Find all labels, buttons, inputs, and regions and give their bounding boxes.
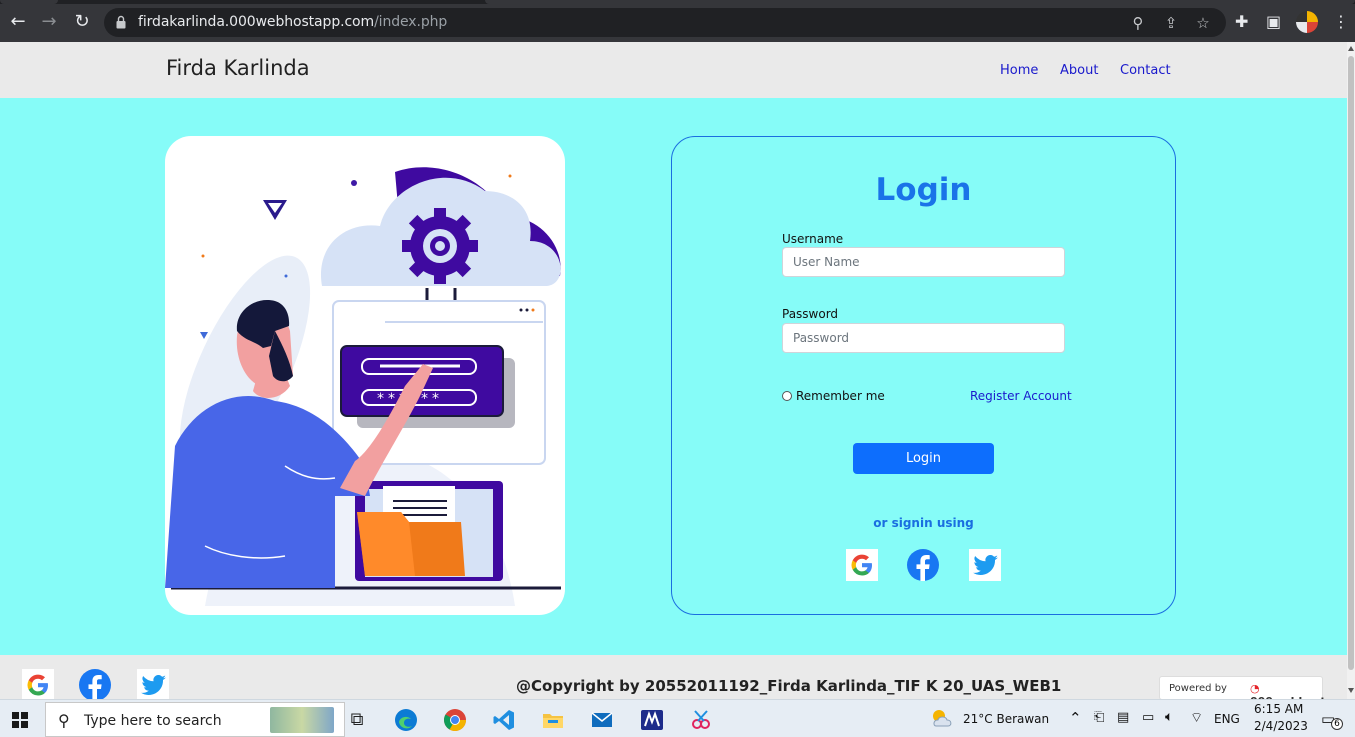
nav-home-link[interactable]: Home xyxy=(1000,63,1038,78)
notification-badge: 6 xyxy=(1331,718,1343,730)
or-signin-text: or signin using xyxy=(873,516,974,530)
speaker-icon[interactable]: 🔈︎ xyxy=(1165,709,1173,725)
share-icon[interactable]: ⇪ xyxy=(1162,14,1180,32)
windows-taskbar: ⚲ Type here to search ⧉ 21°C Berawan ⌃ ⎗… xyxy=(0,699,1355,737)
chrome-icon[interactable] xyxy=(443,708,467,732)
copyright-text: @Copyright by 20552011192_Firda Karlinda… xyxy=(516,677,1062,695)
nav-about-link[interactable]: About xyxy=(1060,63,1098,78)
zoom-icon[interactable]: ⚲ xyxy=(1129,14,1147,32)
web-page: Firda Karlinda Home About Contact Login … xyxy=(0,42,1347,708)
password-label: Password xyxy=(782,307,839,321)
browser-toolbar: ← → ↻ firdakarlinda.000webhostapp.com/in… xyxy=(0,0,1355,42)
000webhost-logo-icon: ◔ xyxy=(1250,682,1260,695)
powered-by-label: Powered by xyxy=(1169,683,1227,694)
windows-start-icon[interactable] xyxy=(12,712,28,728)
bookmark-star-icon[interactable]: ☆ xyxy=(1194,14,1212,32)
address-bar[interactable]: firdakarlinda.000webhostapp.com/index.ph… xyxy=(104,8,1226,37)
login-title: Login xyxy=(875,172,972,208)
powered-by-badge[interactable]: Powered by ◔ 000webhost xyxy=(1159,676,1326,708)
file-explorer-icon[interactable] xyxy=(541,708,565,732)
weather-text[interactable]: 21°C Berawan xyxy=(963,712,1049,726)
tray-chevron-icon[interactable]: ⌃ xyxy=(1069,709,1082,727)
clock-date[interactable]: 2/4/2023 xyxy=(1254,719,1308,733)
google-icon[interactable] xyxy=(846,549,878,581)
login-card: Login Username Password Remember me Regi… xyxy=(671,136,1176,615)
hero-section: ****** xyxy=(0,98,1347,655)
vscode-icon[interactable] xyxy=(492,708,516,732)
notification-center[interactable]: ▭ 6 xyxy=(1321,710,1343,730)
register-account-link[interactable]: Register Account xyxy=(970,389,1072,403)
mail-icon[interactable] xyxy=(590,708,614,732)
site-brand[interactable]: Firda Karlinda xyxy=(166,56,310,80)
app-m-icon[interactable] xyxy=(640,708,664,732)
site-footer: @Copyright by 20552011192_Firda Karlinda… xyxy=(0,655,1347,708)
edge-icon[interactable] xyxy=(394,708,418,732)
task-view-icon[interactable]: ⧉ xyxy=(345,708,369,732)
page-scrollbar[interactable] xyxy=(1347,42,1355,699)
menu-icon[interactable]: ⋮ xyxy=(1333,12,1349,32)
nav-contact-link[interactable]: Contact xyxy=(1120,63,1171,78)
lock-icon xyxy=(116,15,126,29)
twitter-icon[interactable] xyxy=(137,669,169,701)
twitter-icon[interactable] xyxy=(969,549,1001,581)
search-highlight-image xyxy=(270,707,334,733)
monitor-icon[interactable]: ▤ xyxy=(1117,710,1129,725)
taskbar-search[interactable]: ⚲ Type here to search xyxy=(45,702,345,737)
back-icon[interactable]: ← xyxy=(7,11,29,33)
remember-me-option[interactable]: Remember me xyxy=(782,389,885,403)
remember-me-label: Remember me xyxy=(796,389,885,403)
language-indicator[interactable]: ENG xyxy=(1214,712,1240,726)
battery-icon[interactable]: ▭ xyxy=(1142,710,1154,725)
search-icon: ⚲ xyxy=(58,711,70,730)
scrollbar-thumb[interactable] xyxy=(1348,56,1354,670)
google-icon[interactable] xyxy=(22,669,54,701)
username-label: Username xyxy=(782,232,844,246)
snipping-tool-icon[interactable] xyxy=(689,708,713,732)
login-illustration: ****** xyxy=(165,136,565,615)
extensions-icon[interactable]: ✚ xyxy=(1235,12,1248,32)
password-input[interactable] xyxy=(782,323,1065,353)
username-input[interactable] xyxy=(782,247,1065,277)
reload-icon[interactable]: ↻ xyxy=(71,11,93,33)
weather-cloud-icon[interactable] xyxy=(930,708,956,730)
side-panel-icon[interactable]: ▣ xyxy=(1266,12,1281,32)
url-text: firdakarlinda.000webhostapp.com/index.ph… xyxy=(138,14,448,30)
clock-time[interactable]: 6:15 AM xyxy=(1254,702,1303,716)
login-button[interactable]: Login xyxy=(853,443,994,474)
forward-icon[interactable]: → xyxy=(38,11,60,33)
profile-avatar[interactable] xyxy=(1296,11,1318,33)
meet-now-icon[interactable]: ⎗ xyxy=(1094,710,1104,725)
taskbar-search-placeholder: Type here to search xyxy=(84,713,222,729)
tab-strip xyxy=(0,0,1355,4)
scroll-down-icon[interactable] xyxy=(1348,688,1354,693)
wifi-icon[interactable]: ⌔ xyxy=(1190,709,1203,727)
remember-me-radio[interactable] xyxy=(782,391,792,401)
site-navbar: Firda Karlinda Home About Contact xyxy=(0,42,1347,98)
facebook-icon[interactable] xyxy=(79,669,111,701)
facebook-icon[interactable] xyxy=(907,549,939,581)
scroll-up-icon[interactable] xyxy=(1348,46,1354,51)
